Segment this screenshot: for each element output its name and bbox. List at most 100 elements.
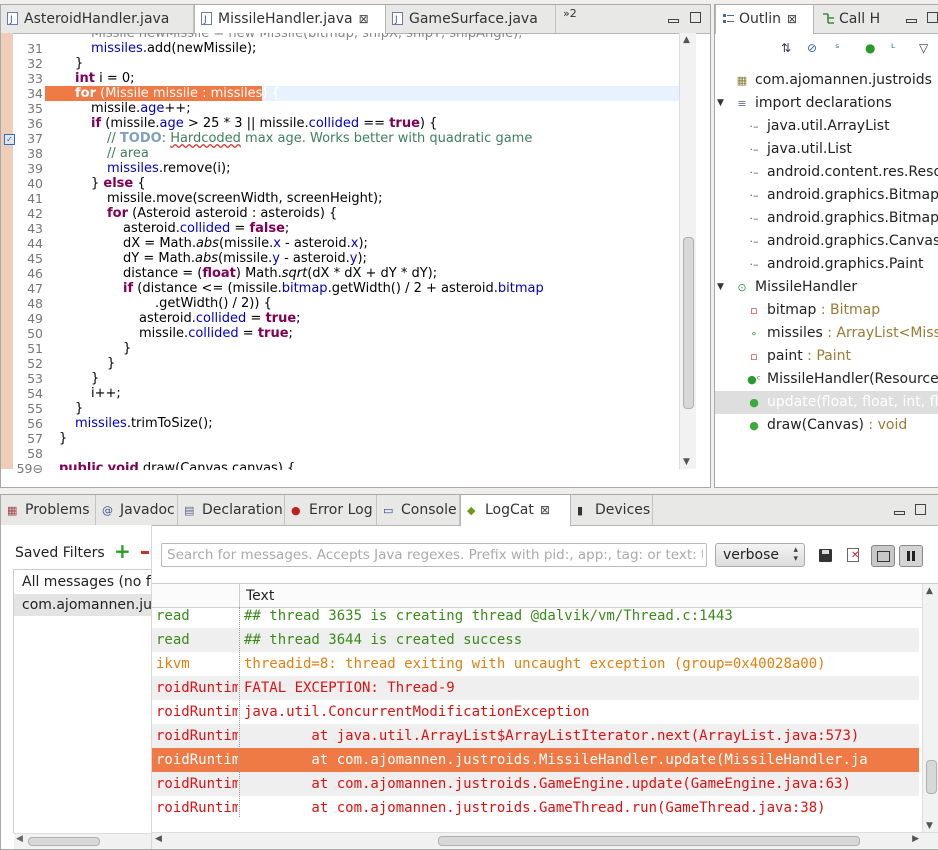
table-row[interactable]: roidRuntim at com.ajomannen.justroids.Ga… [152, 796, 919, 820]
scroll-down-icon[interactable]: ▼ [926, 821, 933, 831]
outline-element-icon: ●ᶜ [747, 373, 761, 386]
save-log-icon[interactable] [819, 549, 832, 562]
scrollbar-thumb[interactable] [926, 760, 937, 794]
line-number: 41 [27, 191, 43, 206]
table-row[interactable]: roidRuntim java.util.ConcurrentModificati… [152, 700, 919, 724]
tab-outline[interactable]: Outlin ⊠ [715, 5, 814, 34]
clear-log-icon[interactable]: ✕ [847, 548, 859, 562]
minimize-icon[interactable] [906, 19, 917, 23]
scroll-down-icon[interactable]: ▼ [683, 457, 690, 467]
line-number: 37 [27, 131, 43, 146]
outline-item[interactable]: ·– android.graphics.Paint [715, 253, 938, 276]
outline-item[interactable]: ·– android.graphics.Bitmap [715, 184, 938, 207]
outline-element-icon: ·– [749, 212, 759, 225]
add-filter-icon[interactable]: + [114, 539, 131, 563]
tab-problems[interactable]: ▦ Problems [1, 495, 96, 525]
line-number: 31 [27, 41, 43, 56]
line-number: 57 [27, 431, 43, 446]
outline-item-name: java.util.List [767, 141, 852, 157]
hide-nonpublic-icon[interactable]: ● [865, 41, 883, 55]
table-row[interactable]: read ## thread 3635 is creating thread @d… [152, 604, 919, 628]
scrollbar-thumb[interactable] [683, 237, 694, 409]
outline-item[interactable]: ·– java.util.ArrayList [715, 115, 938, 138]
code-line-59: public void draw(Canvas canvas) { [59, 461, 296, 476]
outline-item-name: android.graphics.Bitmap [767, 187, 938, 203]
scroll-left-icon[interactable]: ◀ [155, 834, 162, 844]
tab-devices[interactable]: ▮ Devices [571, 495, 653, 525]
filter-all-messages[interactable]: All messages (no fi [14, 571, 151, 593]
tab-call-hierarchy[interactable]: Call H [816, 5, 896, 33]
code-line-45: dY = Math.abs(missile.y - asteroid.y); [123, 251, 367, 266]
scroll-left-icon[interactable]: ◀ [16, 834, 23, 844]
hide-local-types-icon[interactable]: ᴸ [891, 41, 909, 55]
code-line-33: int i = 0; [75, 71, 135, 86]
search-placeholder: Search for messages. Accepts Java regexe… [167, 547, 703, 563]
outline-item[interactable]: ▫ paint : Paint [715, 345, 938, 368]
table-row[interactable]: roidRuntim at com.ajomannen.justroids.Mi… [152, 748, 919, 772]
tab-label: Javadoc [120, 502, 175, 518]
outline-item[interactable]: ● update(float, float, int, flo [715, 391, 938, 414]
close-tab-icon[interactable]: ⊠ [540, 503, 550, 517]
outline-item[interactable]: ● draw(Canvas) : void [715, 414, 938, 437]
filter-justroids[interactable]: com.ajomannen.jus [14, 594, 151, 616]
outline-item[interactable]: ▼ ⊙ MissileHandler [715, 276, 938, 299]
table-row[interactable]: roidRuntim at com.ajomannen.justroids.Ga… [152, 772, 919, 796]
maximize-icon[interactable] [927, 12, 938, 23]
scroll-right-icon[interactable]: ▶ [912, 834, 919, 844]
pause-button[interactable] [899, 545, 923, 567]
outline-item[interactable]: ·– java.util.List [715, 138, 938, 161]
sort-icon[interactable]: ⇅ [781, 41, 799, 55]
scroll-up-icon[interactable]: ▲ [683, 35, 690, 45]
outline-item[interactable]: ·– android.graphics.Canvas [715, 230, 938, 253]
code-area[interactable]: Missile newMissile = new Missile(bitmap,… [45, 5, 710, 470]
tab-javadoc[interactable]: @ Javadoc [96, 495, 178, 525]
hide-fields-icon[interactable]: ⊘ [807, 41, 825, 55]
tab-declaration[interactable]: ▤ Declaration [178, 495, 285, 525]
outline-item[interactable]: ▫ bitmap : Bitmap [715, 299, 938, 322]
scroll-up-icon[interactable]: ▲ [926, 586, 933, 596]
hide-static-icon[interactable]: ˢ [835, 41, 853, 55]
code-line-57: } [59, 431, 68, 446]
outline-item[interactable]: ▦ com.ajomannen.justroids [715, 69, 938, 92]
table-row[interactable]: roidRuntim at java.util.ArrayList$ArrayL… [152, 724, 919, 748]
remove-filter-icon[interactable] [141, 551, 149, 554]
expand-twisty-icon[interactable]: ▼ [717, 276, 724, 299]
table-row[interactable]: ikvm threadid=8: thread exiting with unca… [152, 652, 919, 676]
log-level-select[interactable]: verbose ▴ ▾ [715, 543, 805, 567]
tab-logcat[interactable]: ◆ LogCat ⊠ [460, 495, 571, 526]
filter-list-hscroll[interactable]: ◀ [14, 833, 151, 849]
outline-item-name: missiles [767, 325, 823, 341]
log-vertical-scrollbar[interactable]: ▲ ▼ [922, 584, 938, 833]
expand-twisty-icon[interactable]: ▼ [717, 92, 724, 115]
outline-item-type: : Paint [802, 348, 851, 364]
outline-view-icon [722, 7, 734, 23]
outline-item[interactable]: ●ᶜ MissileHandler(Resources [715, 368, 938, 391]
log-table[interactable]: Text read ## thread 3635 is creating thre… [152, 583, 938, 849]
log-tag-cell: roidRuntim [156, 776, 238, 792]
tab-error-log[interactable]: ● Error Log [285, 495, 377, 525]
log-horizontal-scrollbar[interactable]: ◀ ▶ [152, 832, 938, 849]
text-column-header[interactable]: Text [246, 588, 274, 604]
minimize-icon[interactable] [894, 511, 905, 515]
maximize-icon[interactable] [915, 504, 926, 515]
toggle-filter-pane-button[interactable] [871, 545, 895, 567]
line-number: 56 [27, 416, 43, 431]
outline-item[interactable]: ·– android.graphics.BitmapF [715, 207, 938, 230]
line-number: 40 [27, 176, 43, 191]
table-row[interactable]: roidRuntim FATAL EXCEPTION: Thread-9 [152, 676, 919, 700]
table-row[interactable]: read ## thread 3644 is created success [152, 628, 919, 652]
editor-vertical-scrollbar[interactable]: ▲ ▼ [679, 33, 696, 469]
tab-console[interactable]: ▭ Console [377, 495, 460, 525]
search-input[interactable]: Search for messages. Accepts Java regexe… [161, 543, 707, 567]
tab-label: LogCat [485, 502, 534, 518]
scrollbar-thumb[interactable] [438, 836, 860, 846]
close-tab-icon[interactable]: ⊠ [787, 12, 797, 26]
line-number: 52 [27, 356, 43, 371]
outline-item[interactable]: ∘ missiles : ArrayList<Missil [715, 322, 938, 345]
line-number: 49 [27, 311, 43, 326]
view-menu-icon[interactable]: ▽ [919, 41, 937, 55]
outline-item[interactable]: ▼ ≡ import declarations [715, 92, 938, 115]
log-text-cell: at java.util.ArrayList$ArrayListIterator… [244, 728, 860, 744]
outline-item[interactable]: ·– android.content.res.Resou [715, 161, 938, 184]
scrollbar-thumb[interactable] [28, 837, 100, 846]
